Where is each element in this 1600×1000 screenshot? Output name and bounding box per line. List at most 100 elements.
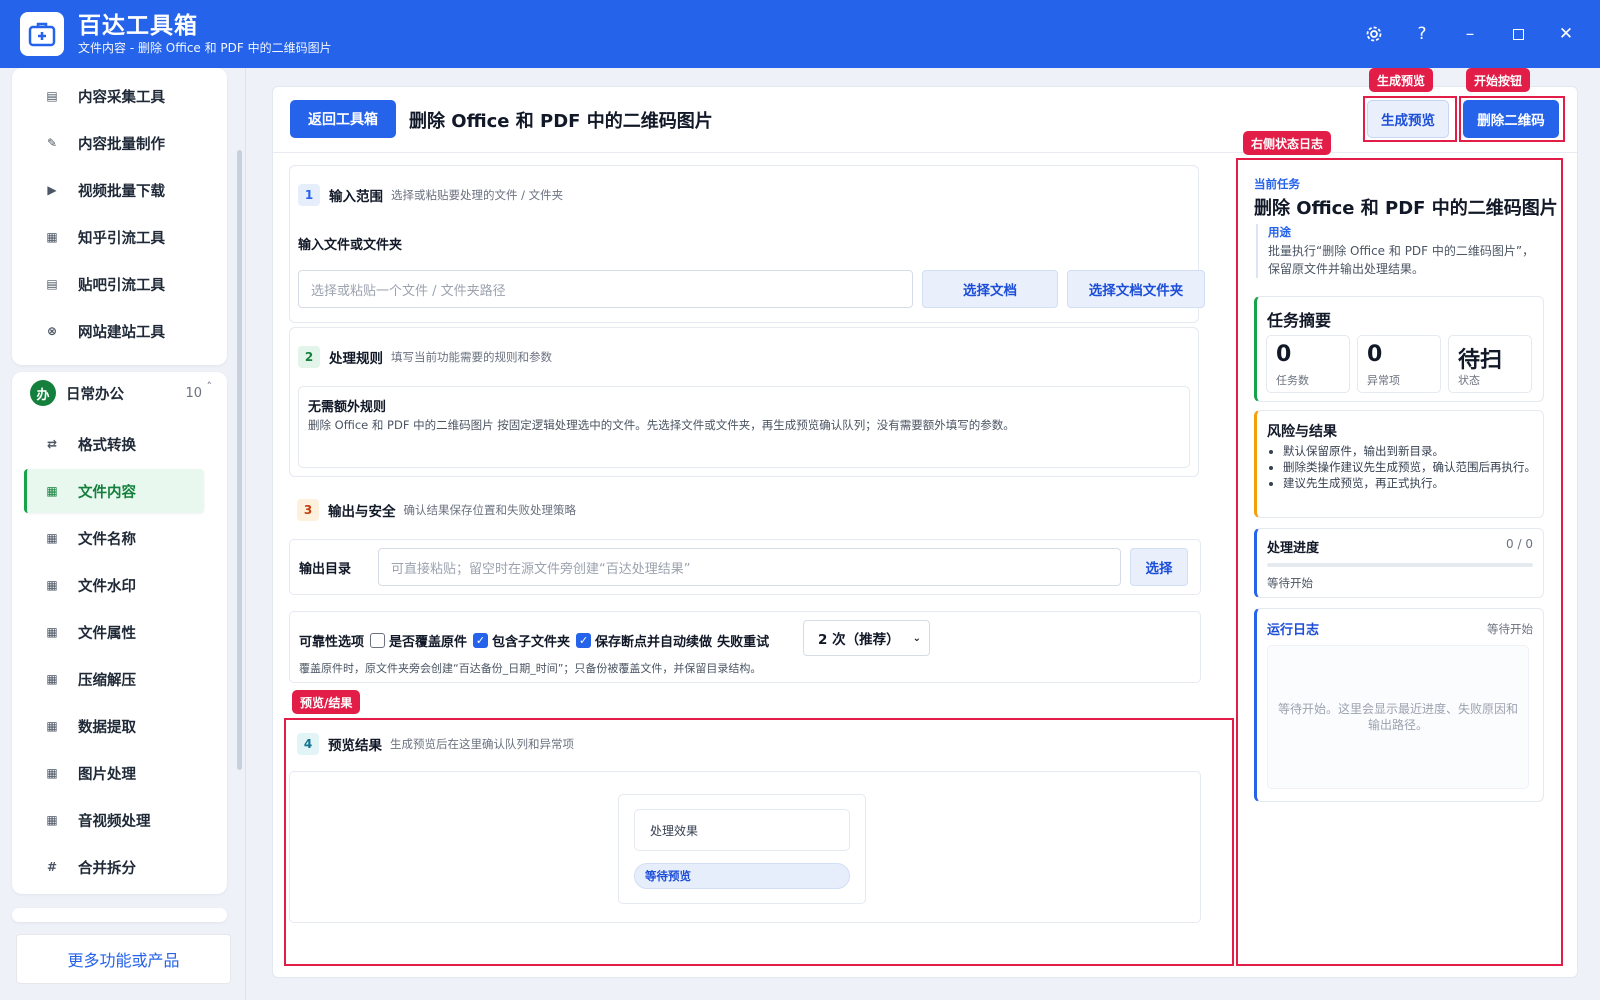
- stat-label: 异常项: [1367, 374, 1400, 387]
- generate-preview-button[interactable]: 生成预览: [1367, 100, 1449, 138]
- select-document-button[interactable]: 选择文档: [922, 270, 1058, 308]
- sidebar-item-label: 压缩解压: [78, 672, 136, 689]
- sidebar-item-file-name[interactable]: ▦ 文件名称: [24, 516, 204, 560]
- sidebar-item-label: 图片处理: [78, 766, 136, 783]
- grid-icon: ▦: [46, 672, 58, 686]
- web-icon: ⊗: [46, 324, 58, 338]
- preview-card: 处理效果 等待预览: [618, 794, 866, 904]
- input-label: 输入文件或文件夹: [298, 238, 403, 253]
- section-title: 处理规则: [329, 351, 383, 367]
- run-log-card: 运行日志 等待开始 等待开始。这里会显示最近进度、失败原因和输出路径。: [1254, 608, 1544, 802]
- risk-card: 风险与结果 默认保留原件，输出到新目录。 删除类操作建议先生成预览，确认范围后再…: [1254, 410, 1544, 518]
- subfolders-checkbox[interactable]: ✓: [473, 632, 489, 648]
- sidebar-item-watermark[interactable]: ▦ 文件水印: [24, 563, 204, 607]
- group-badge: 办: [30, 380, 56, 406]
- grid-icon: ▦: [46, 625, 58, 639]
- document-icon: ▤: [46, 89, 58, 103]
- overwrite-checkbox[interactable]: [370, 632, 386, 648]
- reliability-label: 可靠性选项: [299, 634, 365, 650]
- log-content: 等待开始。这里会显示最近进度、失败原因和输出路径。: [1267, 645, 1529, 789]
- video-icon: ▶: [47, 183, 57, 197]
- risk-title: 风险与结果: [1267, 424, 1337, 440]
- section-number: 3: [297, 499, 319, 521]
- preview-area: 处理效果 等待预览: [289, 771, 1201, 923]
- stat-status: 待扫 状态: [1448, 335, 1532, 393]
- sidebar-item-av[interactable]: ▦ 音视频处理: [24, 798, 204, 842]
- sidebar-item-merge-split[interactable]: # 合并拆分: [24, 845, 204, 889]
- sidebar-item-zhihu[interactable]: ▦ 知乎引流工具: [24, 215, 204, 259]
- section-desc: 填写当前功能需要的规则和参数: [391, 350, 552, 364]
- sidebar-item-format-convert[interactable]: ⇄ 格式转换: [24, 422, 204, 466]
- maximize-icon[interactable]: [1494, 14, 1542, 54]
- progress-bar: [1267, 563, 1533, 567]
- chevron-down-icon: ⌄: [912, 632, 921, 644]
- rule-title: 无需额外规则: [308, 400, 387, 415]
- progress-count: 0 / 0: [1506, 537, 1533, 551]
- retry-select[interactable]: 2 次（推荐） ⌄: [803, 620, 930, 656]
- app-name: 百达工具箱: [78, 13, 198, 39]
- sidebar-item-video-download[interactable]: ▶ 视频批量下载: [24, 168, 204, 212]
- title-bar: 百达工具箱 文件内容 - 删除 Office 和 PDF 中的二维码图片 ? –…: [0, 0, 1600, 68]
- stat-exceptions: 0 异常项: [1357, 335, 1441, 393]
- select-output-button[interactable]: 选择: [1130, 548, 1188, 586]
- section-number: 1: [298, 184, 320, 206]
- sidebar-item-label: 格式转换: [78, 437, 136, 454]
- sidebar-item-content-batch[interactable]: ✎ 内容批量制作: [24, 121, 204, 165]
- resume-label: 保存断点并自动续做: [595, 634, 713, 650]
- output-dir-field[interactable]: 可直接粘贴；留空时在源文件旁创建“百达处理结果”: [378, 548, 1121, 586]
- overwrite-label: 是否覆盖原件: [389, 634, 468, 650]
- section-output: 3 输出与安全 确认结果保存位置和失败处理策略 输出目录 可直接粘贴；留空时在源…: [289, 481, 1201, 687]
- resume-checkbox[interactable]: ✓: [576, 632, 592, 648]
- settings-icon[interactable]: [1350, 14, 1398, 54]
- stat-label: 状态: [1458, 374, 1480, 387]
- grid-icon: ▦: [46, 578, 58, 592]
- chevron-up-icon: ˄: [206, 380, 213, 393]
- sidebar-item-tieba[interactable]: ▤ 贴吧引流工具: [24, 262, 204, 306]
- subfolders-label: 包含子文件夹: [492, 634, 571, 650]
- app-subtitle: 文件内容 - 删除 Office 和 PDF 中的二维码图片: [78, 41, 332, 55]
- log-title: 运行日志: [1267, 623, 1320, 638]
- minimize-icon[interactable]: –: [1446, 14, 1494, 54]
- sidebar-item-label: 内容采集工具: [78, 89, 165, 106]
- grid-icon: ▦: [46, 531, 58, 545]
- group-name: 日常办公: [66, 386, 124, 403]
- progress-title: 处理进度: [1267, 541, 1320, 556]
- close-icon[interactable]: ✕: [1542, 14, 1590, 54]
- more-products-button[interactable]: 更多功能或产品: [16, 934, 231, 984]
- log-status: 等待开始: [1487, 622, 1533, 636]
- sidebar-item-data-extract[interactable]: ▦ 数据提取: [24, 704, 204, 748]
- page-title: 删除 Office 和 PDF 中的二维码图片: [409, 111, 713, 132]
- help-icon[interactable]: ?: [1398, 14, 1446, 54]
- rule-box: 无需额外规则 删除 Office 和 PDF 中的二维码图片 按固定逻辑处理选中…: [298, 386, 1190, 468]
- section-number: 2: [298, 346, 320, 368]
- sidebar-item-image[interactable]: ▦ 图片处理: [24, 751, 204, 795]
- rule-description: 删除 Office 和 PDF 中的二维码图片 按固定逻辑处理选中的文件。先选择…: [308, 418, 1015, 432]
- hash-icon: #: [46, 860, 58, 874]
- sidebar-item-label: 文件内容: [78, 484, 136, 501]
- stat-label: 任务数: [1276, 374, 1309, 387]
- back-to-toolbox-button[interactable]: 返回工具箱: [290, 100, 396, 138]
- group-count: 10: [185, 385, 202, 401]
- purpose-text: 批量执行“删除 Office 和 PDF 中的二维码图片”，保留原文件并输出处理…: [1268, 244, 1535, 276]
- sidebar-item-file-props[interactable]: ▦ 文件属性: [24, 610, 204, 654]
- select-folder-button[interactable]: 选择文档文件夹: [1067, 270, 1205, 308]
- section-desc: 选择或粘贴要处理的文件 / 文件夹: [391, 188, 564, 202]
- sidebar-item-website[interactable]: ⊗ 网站建站工具: [24, 309, 204, 353]
- purpose-label: 用途: [1268, 225, 1291, 239]
- sidebar-item-file-content[interactable]: ▦ 文件内容: [24, 469, 204, 513]
- sidebar: ▤ 内容采集工具 ✎ 内容批量制作 ▶ 视频批量下载 ▦ 知乎引流工具 ▤ 贴吧引流工具 …: [0, 68, 246, 1000]
- input-path-field[interactable]: 选择或粘贴一个文件 / 文件夹路径: [298, 270, 913, 308]
- summary-title: 任务摘要: [1267, 311, 1332, 330]
- sidebar-item-compress[interactable]: ▦ 压缩解压: [24, 657, 204, 701]
- annotation-tag-result: 预览/结果: [292, 690, 361, 714]
- sidebar-item-content-collect[interactable]: ▤ 内容采集工具: [24, 74, 204, 118]
- group-header-office[interactable]: 办 日常办公 10 ˄: [18, 374, 224, 412]
- sidebar-item-label: 合并拆分: [78, 860, 136, 877]
- section-preview: 4 预览结果 生成预览后在这里确认队列和异常项 处理效果 等待预览: [289, 715, 1201, 945]
- sidebar-scrollbar[interactable]: [237, 150, 242, 770]
- section-title: 输入范围: [329, 189, 383, 205]
- start-button[interactable]: 删除二维码: [1463, 100, 1559, 138]
- grid-icon: ▦: [46, 813, 58, 827]
- current-task-title: 删除 Office 和 PDF 中的二维码图片: [1254, 198, 1558, 219]
- output-dir-row: 输出目录 可直接粘贴；留空时在源文件旁创建“百达处理结果” 选择: [289, 539, 1201, 595]
